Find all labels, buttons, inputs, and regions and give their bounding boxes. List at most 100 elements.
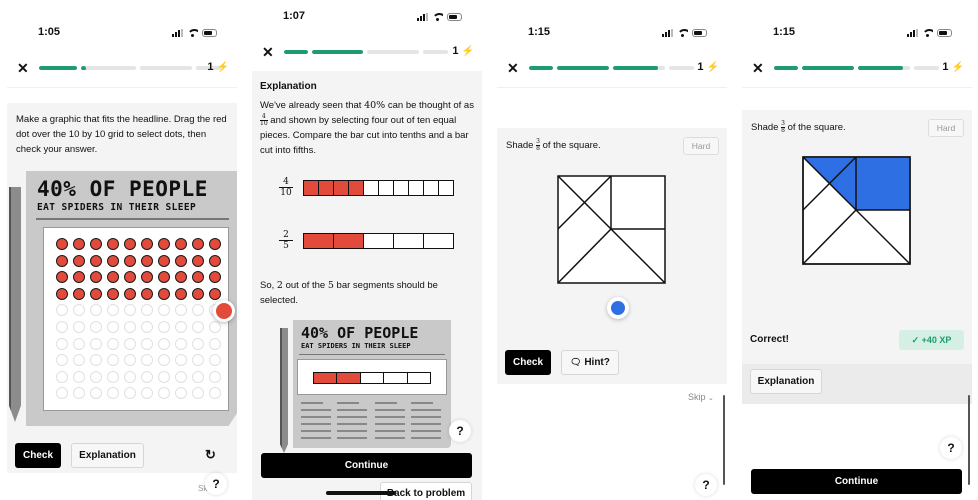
grid-dot[interactable]: [56, 287, 68, 300]
explanation-button[interactable]: Explanation: [750, 369, 822, 394]
grid-dot[interactable]: [158, 238, 170, 250]
grid-dot[interactable]: [90, 321, 102, 333]
grid-dot[interactable]: [209, 387, 221, 400]
grid-dot[interactable]: [56, 387, 68, 400]
grid-dot[interactable]: [158, 271, 170, 284]
grid-dot[interactable]: [90, 304, 102, 317]
grid-dot[interactable]: [90, 287, 102, 300]
grid-dot[interactable]: [192, 337, 204, 350]
grid-dot[interactable]: [90, 387, 102, 400]
grid-dot[interactable]: [141, 370, 153, 383]
grid-dot[interactable]: [158, 254, 170, 267]
grid-dot[interactable]: [175, 321, 187, 333]
grid-dot[interactable]: [73, 370, 85, 383]
hint-button[interactable]: 🗨 Hint?: [561, 350, 619, 375]
grid-dot[interactable]: [141, 254, 153, 267]
close-icon[interactable]: ✕: [752, 60, 764, 76]
skip-link[interactable]: Skip ⌄: [688, 392, 714, 402]
grid-dot[interactable]: [141, 238, 153, 250]
tangram-square[interactable]: [557, 175, 669, 287]
grid-dot[interactable]: [73, 354, 85, 367]
grid-dot[interactable]: [107, 254, 119, 267]
grid-dot[interactable]: [192, 271, 204, 284]
grid-dot[interactable]: [209, 287, 221, 300]
shade-drag-handle[interactable]: [607, 297, 629, 319]
grid-dot[interactable]: [124, 254, 136, 267]
grid-dot[interactable]: [107, 387, 119, 400]
grid-dot[interactable]: [192, 304, 204, 317]
grid-dot[interactable]: [192, 387, 204, 400]
grid-dot[interactable]: [73, 271, 85, 284]
continue-button[interactable]: Continue: [261, 453, 472, 478]
grid-dot[interactable]: [141, 387, 153, 400]
grid-dot[interactable]: [192, 287, 204, 300]
grid-dot[interactable]: [209, 354, 221, 367]
grid-dot[interactable]: [175, 271, 187, 284]
grid-dot[interactable]: [124, 321, 136, 333]
help-button[interactable]: ?: [695, 474, 717, 496]
grid-dot[interactable]: [158, 304, 170, 317]
grid-dot[interactable]: [158, 321, 170, 333]
grid-dot[interactable]: [124, 354, 136, 367]
grid-dot[interactable]: [141, 354, 153, 367]
grid-dot[interactable]: [124, 387, 136, 400]
grid-dot[interactable]: [107, 354, 119, 367]
grid-dot[interactable]: [107, 238, 119, 250]
grid-dot[interactable]: [90, 254, 102, 267]
grid-dot[interactable]: [124, 238, 136, 250]
grid-dot[interactable]: [124, 337, 136, 350]
grid-dot[interactable]: [107, 287, 119, 300]
grid-dot[interactable]: [141, 271, 153, 284]
close-icon[interactable]: ✕: [17, 60, 29, 76]
grid-dot[interactable]: [192, 238, 204, 250]
grid-dot[interactable]: [107, 337, 119, 350]
grid-dot[interactable]: [73, 287, 85, 300]
grid-dot[interactable]: [209, 321, 221, 333]
grid-dot[interactable]: [56, 354, 68, 367]
scrollbar[interactable]: [968, 395, 970, 485]
grid-dot[interactable]: [175, 238, 187, 250]
grid-dot[interactable]: [209, 337, 221, 350]
grid-dot[interactable]: [56, 254, 68, 267]
grid-dot[interactable]: [73, 387, 85, 400]
help-button[interactable]: ?: [940, 437, 962, 459]
grid-dot[interactable]: [175, 370, 187, 383]
grid-dot[interactable]: [90, 271, 102, 284]
grid-dot[interactable]: [56, 321, 68, 333]
grid-dot[interactable]: [158, 370, 170, 383]
grid-dot[interactable]: [209, 370, 221, 383]
explanation-button[interactable]: Explanation: [71, 443, 144, 468]
grid-dot[interactable]: [56, 337, 68, 350]
grid-dot[interactable]: [141, 287, 153, 300]
grid-dot[interactable]: [107, 304, 119, 317]
grid-dot[interactable]: [56, 271, 68, 284]
grid-dot[interactable]: [209, 254, 221, 267]
grid-dot[interactable]: [209, 238, 221, 250]
grid-dot[interactable]: [175, 354, 187, 367]
grid-dot[interactable]: [107, 370, 119, 383]
grid-dot[interactable]: [209, 271, 221, 284]
grid-dot[interactable]: [56, 238, 68, 250]
check-button[interactable]: Check: [505, 350, 551, 375]
drag-handle[interactable]: [213, 300, 235, 322]
close-icon[interactable]: ✕: [262, 44, 274, 60]
grid-dot[interactable]: [90, 354, 102, 367]
help-button[interactable]: ?: [449, 420, 471, 442]
grid-dot[interactable]: [73, 337, 85, 350]
grid-dot[interactable]: [124, 287, 136, 300]
grid-dot[interactable]: [73, 254, 85, 267]
grid-dot[interactable]: [158, 387, 170, 400]
grid-dot[interactable]: [141, 304, 153, 317]
grid-dot[interactable]: [90, 337, 102, 350]
grid-dot[interactable]: [124, 271, 136, 284]
check-button[interactable]: Check: [15, 443, 61, 468]
close-icon[interactable]: ✕: [507, 60, 519, 76]
grid-dot[interactable]: [158, 354, 170, 367]
grid-dot[interactable]: [158, 337, 170, 350]
grid-dot[interactable]: [73, 238, 85, 250]
grid-dot[interactable]: [192, 354, 204, 367]
grid-dot[interactable]: [175, 254, 187, 267]
grid-dot[interactable]: [192, 321, 204, 333]
grid-dot[interactable]: [124, 370, 136, 383]
grid-dot[interactable]: [56, 304, 68, 317]
